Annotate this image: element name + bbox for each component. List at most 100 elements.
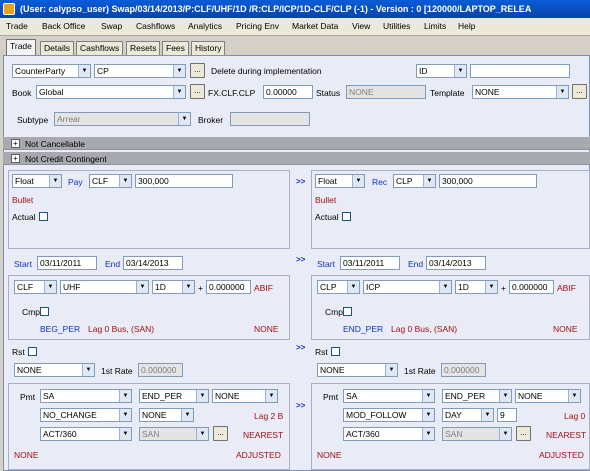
pay-lag2-label[interactable]: Lag 2 B	[254, 411, 283, 421]
pay-period-label[interactable]: BEG_PER	[40, 324, 80, 334]
rec-rounding-label[interactable]: NEAREST	[546, 430, 586, 440]
rec-index-currency-select[interactable]: CLP ▼	[317, 280, 360, 294]
template-select[interactable]: NONE ▼	[472, 85, 569, 99]
rec-amortization-label[interactable]: Bullet	[315, 195, 336, 205]
rec-lag-label[interactable]: Lag 0 Bus, (SAN)	[391, 324, 457, 334]
pay-start-date-input[interactable]: 03/11/2011	[37, 256, 97, 270]
counterparty-browse-button[interactable]: ...	[190, 63, 205, 78]
tab-fees[interactable]: Fees	[162, 41, 189, 55]
rec-roll2-select[interactable]: DAY ▼	[442, 408, 494, 422]
id-input[interactable]	[470, 64, 570, 78]
copy-dates-arrows[interactable]: >>	[296, 255, 305, 264]
pay-spread-type[interactable]: ABIF	[254, 283, 273, 293]
rec-currency-select[interactable]: CLP ▼	[393, 174, 436, 188]
rec-pmt-period-select[interactable]: END_PER ▼	[442, 389, 512, 403]
rec-spread-input[interactable]: 0.000000	[509, 280, 554, 294]
menu-cashflows[interactable]: Cashflows	[136, 21, 175, 31]
pay-footer-left[interactable]: NONE	[14, 450, 39, 460]
menu-utilities[interactable]: Utilities	[383, 21, 410, 31]
pay-leg-type-select[interactable]: Float ▼	[12, 174, 62, 188]
pay-spread-input[interactable]: 0.000000	[206, 280, 251, 294]
pay-lag-none[interactable]: NONE	[254, 324, 279, 334]
id-type-select[interactable]: ID ▼	[416, 64, 467, 78]
rec-lag-none[interactable]: NONE	[553, 324, 578, 334]
tab-trade[interactable]: Trade	[6, 39, 36, 55]
pay-index-select[interactable]: UHF ▼	[60, 280, 149, 294]
fx-rate-input[interactable]: 0.00000	[263, 85, 313, 99]
not-cancellable-bar[interactable]: + Not Cancellable	[3, 137, 590, 150]
rec-end-date-input[interactable]: 03/14/2013	[426, 256, 486, 270]
rec-notional-input[interactable]: 300,000	[439, 174, 537, 188]
rec-roll-day-input[interactable]: 9	[497, 408, 517, 422]
rec-reset-select[interactable]: NONE ▼	[317, 363, 398, 377]
not-credit-contingent-bar[interactable]: + Not Credit Contingent	[3, 152, 590, 165]
chevron-down-icon: ▼	[352, 175, 364, 187]
book-browse-button[interactable]: ...	[190, 84, 205, 99]
pay-index-currency-select[interactable]: CLF ▼	[14, 280, 57, 294]
pay-lag-label[interactable]: Lag 0 Bus, (SAN)	[88, 324, 154, 334]
pay-notional-input[interactable]: 300,000	[135, 174, 233, 188]
pay-daycount-select[interactable]: ACT/360 ▼	[40, 427, 132, 441]
rec-pmt-extra-select[interactable]: NONE ▼	[515, 389, 581, 403]
template-browse-button[interactable]: ...	[572, 84, 587, 99]
counterparty-select[interactable]: CP ▼	[94, 64, 186, 78]
rec-actual-checkbox[interactable]	[342, 212, 351, 221]
rec-rst-checkbox[interactable]	[331, 347, 340, 356]
menu-swap[interactable]: Swap	[101, 21, 122, 31]
pay-tenor-select[interactable]: 1D ▼	[152, 280, 195, 294]
rec-index-select[interactable]: ICP ▼	[363, 280, 452, 294]
rec-pmt-frequency-select[interactable]: SA ▼	[343, 389, 435, 403]
tab-cashflows[interactable]: Cashflows	[76, 41, 124, 55]
menu-pricing-env[interactable]: Pricing Env	[236, 21, 279, 31]
menu-market-data[interactable]: Market Data	[292, 21, 338, 31]
counterparty-type-select[interactable]: CounterParty ▼	[12, 64, 91, 78]
counterparty-note: Delete during implementation	[211, 66, 322, 76]
pay-rst-checkbox[interactable]	[28, 347, 37, 356]
menu-trade[interactable]: Trade	[6, 21, 28, 31]
pay-roll2-select[interactable]: NONE ▼	[139, 408, 194, 422]
menu-back-office[interactable]: Back Office	[42, 21, 85, 31]
chevron-down-icon: ▼	[422, 428, 434, 440]
rec-footer-right[interactable]: ADJUSTED	[539, 450, 584, 460]
pay-amortization-label[interactable]: Bullet	[12, 195, 33, 205]
rec-leg-type-select[interactable]: Float ▼	[315, 174, 365, 188]
pay-cmp-checkbox[interactable]	[40, 307, 49, 316]
rec-spread-type[interactable]: ABIF	[557, 283, 576, 293]
pay-roll-select[interactable]: NO_CHANGE ▼	[40, 408, 132, 422]
tab-resets[interactable]: Resets	[126, 41, 161, 55]
rec-start-date-input[interactable]: 03/11/2011	[340, 256, 400, 270]
menu-help[interactable]: Help	[458, 21, 475, 31]
tab-details[interactable]: Details	[40, 41, 74, 55]
pay-pmt-period-select[interactable]: END_PER ▼	[139, 389, 209, 403]
pay-end-date-input[interactable]: 03/14/2013	[123, 256, 183, 270]
rec-footer-left[interactable]: NONE	[317, 450, 342, 460]
menu-view[interactable]: View	[352, 21, 370, 31]
rec-leg-type-value: Float	[318, 176, 337, 186]
rec-period-label[interactable]: END_PER	[343, 324, 383, 334]
rec-cmp-checkbox[interactable]	[343, 307, 352, 316]
rec-calendar-browse-button[interactable]: ...	[516, 426, 531, 441]
pay-calendar-browse-button[interactable]: ...	[213, 426, 228, 441]
pay-currency-select[interactable]: CLF ▼	[89, 174, 132, 188]
tab-history[interactable]: History	[191, 41, 226, 55]
counterparty-type-value: CounterParty	[15, 66, 66, 76]
rec-tenor-value: 1D	[458, 282, 469, 292]
copy-reset-arrows[interactable]: >>	[296, 343, 305, 352]
rec-lag2-label[interactable]: Lag 0	[564, 411, 585, 421]
copy-payment-arrows[interactable]: >>	[296, 401, 305, 410]
pay-actual-checkbox[interactable]	[39, 212, 48, 221]
chevron-down-icon: ▼	[119, 390, 131, 402]
pay-footer-right[interactable]: ADJUSTED	[236, 450, 281, 460]
rec-tenor-select[interactable]: 1D ▼	[455, 280, 498, 294]
menu-analytics[interactable]: Analytics	[188, 21, 222, 31]
pay-rounding-label[interactable]: NEAREST	[243, 430, 283, 440]
pay-pmt-frequency-select[interactable]: SA ▼	[40, 389, 132, 403]
rec-daycount-select[interactable]: ACT/360 ▼	[343, 427, 435, 441]
menu-limits[interactable]: Limits	[424, 21, 446, 31]
pay-pmt-extra-select[interactable]: NONE ▼	[212, 389, 278, 403]
rec-roll-select[interactable]: MOD_FOLLOW ▼	[343, 408, 435, 422]
book-select[interactable]: Global ▼	[36, 85, 186, 99]
chevron-down-icon: ▼	[119, 409, 131, 421]
copy-leg-arrows[interactable]: >>	[296, 177, 305, 186]
pay-reset-select[interactable]: NONE ▼	[14, 363, 95, 377]
